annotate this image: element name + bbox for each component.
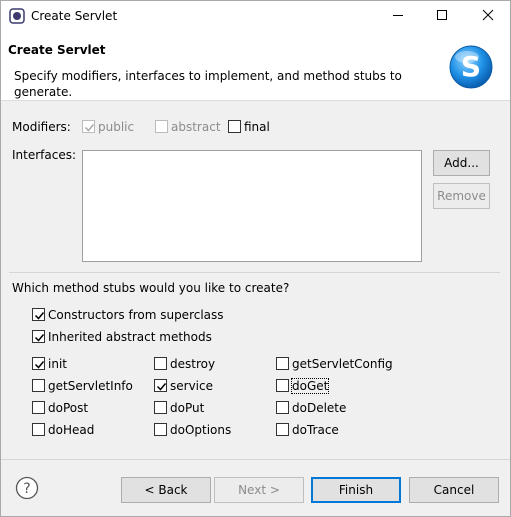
svg-text:?: ? — [23, 481, 30, 497]
doput-checkbox[interactable] — [154, 401, 167, 414]
back-button[interactable]: < Back — [121, 477, 211, 503]
remove-interface-button[interactable]: Remove — [433, 183, 490, 209]
banner-description: Specify modifiers, interfaces to impleme… — [14, 69, 402, 99]
dopost-checkbox[interactable] — [32, 401, 45, 414]
maximize-icon — [436, 9, 448, 24]
doput-label: doPut — [170, 401, 205, 415]
dotrace-label: doTrace — [292, 423, 339, 437]
close-icon — [482, 9, 494, 24]
logo-letter: S — [461, 50, 481, 83]
dooptions-checkbox[interactable] — [154, 423, 167, 436]
window-title: Create Servlet — [31, 9, 118, 23]
cancel-button[interactable]: Cancel — [409, 477, 499, 503]
dialog-footer: ? < Back Next > Finish Cancel — [1, 459, 510, 516]
public-checkbox[interactable] — [82, 120, 95, 133]
eclipse-app-icon — [9, 8, 25, 24]
inherited-abstract-checkbox[interactable] — [32, 330, 45, 343]
dodelete-checkbox[interactable] — [276, 401, 289, 414]
getservletinfo-checkbox[interactable] — [32, 379, 45, 392]
close-button[interactable] — [466, 1, 510, 31]
banner-title: Create Servlet — [8, 43, 106, 57]
minimize-button[interactable] — [376, 1, 420, 31]
abstract-label: abstract — [171, 120, 221, 134]
help-icon[interactable]: ? — [15, 476, 39, 500]
dohead-label: doHead — [48, 423, 95, 437]
maximize-button[interactable] — [420, 1, 464, 31]
constructors-label: Constructors from superclass — [48, 308, 224, 322]
getservletconfig-label: getServletConfig — [292, 357, 393, 371]
public-label: public — [98, 120, 135, 134]
dotrace-checkbox[interactable] — [276, 423, 289, 436]
dooptions-label: doOptions — [170, 423, 232, 437]
final-checkbox[interactable] — [228, 120, 241, 133]
inherited-abstract-label: Inherited abstract methods — [48, 330, 212, 344]
init-checkbox[interactable] — [32, 357, 45, 370]
minimize-icon — [392, 9, 404, 24]
doget-label: doGet — [290, 378, 330, 394]
dohead-checkbox[interactable] — [32, 423, 45, 436]
getservletinfo-label: getServletInfo — [48, 379, 133, 393]
constructors-checkbox[interactable] — [32, 308, 45, 321]
service-checkbox[interactable] — [154, 379, 167, 392]
destroy-label: destroy — [170, 357, 216, 371]
abstract-checkbox[interactable] — [155, 120, 168, 133]
destroy-checkbox[interactable] — [154, 357, 167, 370]
final-label: final — [244, 120, 270, 134]
service-label: service — [170, 379, 213, 393]
create-servlet-dialog: Create Servlet Create Servlet Specify mo… — [0, 0, 511, 517]
dodelete-label: doDelete — [292, 401, 347, 415]
servlet-s-logo-icon: S — [447, 43, 495, 91]
init-label: init — [48, 357, 67, 371]
dopost-label: doPost — [48, 401, 89, 415]
method-stubs-question: Which method stubs would you like to cre… — [12, 281, 290, 295]
interfaces-label: Interfaces: — [12, 148, 77, 162]
doget-checkbox[interactable] — [276, 379, 289, 392]
next-button[interactable]: Next > — [214, 477, 304, 503]
section-divider — [9, 272, 500, 273]
finish-button[interactable]: Finish — [311, 477, 401, 503]
getservletconfig-checkbox[interactable] — [276, 357, 289, 370]
wizard-banner: Create Servlet Specify modifiers, interf… — [1, 31, 510, 101]
modifiers-label: Modifiers: — [12, 120, 71, 134]
add-interface-button[interactable]: Add... — [433, 150, 490, 176]
title-bar: Create Servlet — [1, 1, 510, 31]
interfaces-list[interactable] — [82, 150, 422, 262]
